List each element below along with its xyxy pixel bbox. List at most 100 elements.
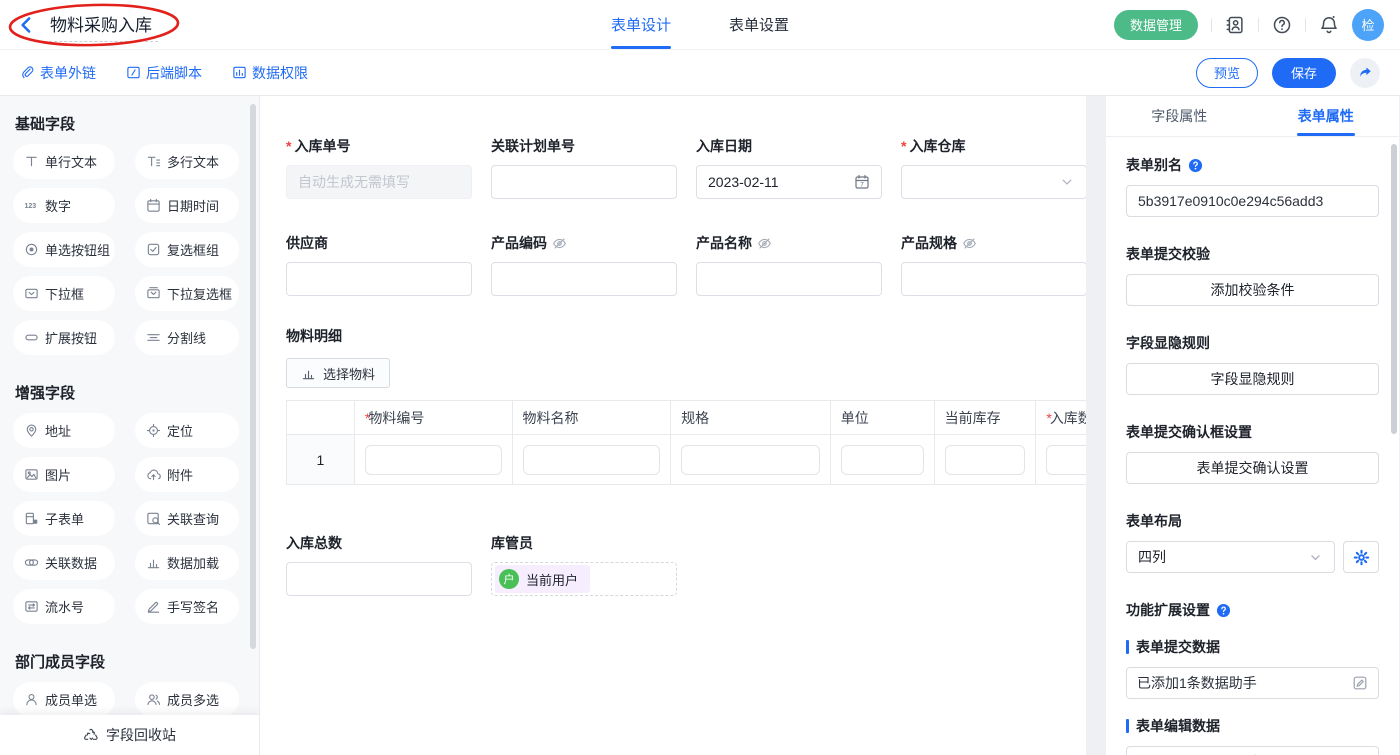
script-icon xyxy=(126,65,141,80)
sidebar-item-datetime[interactable]: 日期时间 xyxy=(135,188,239,223)
table-cell-input[interactable] xyxy=(365,445,502,475)
form-field[interactable]: 入库日期2023-02-117 xyxy=(696,136,882,199)
help-circle-icon[interactable] xyxy=(1216,603,1231,618)
sidebar-item-subform[interactable]: 子表单 xyxy=(13,501,115,536)
tab-field-properties[interactable]: 字段属性 xyxy=(1106,96,1253,136)
toolbar-link-2[interactable]: 数据权限 xyxy=(232,63,308,83)
sidebar-item-signature[interactable]: 手写签名 xyxy=(135,589,239,624)
sidebar-item-text-multi[interactable]: 多行文本 xyxy=(135,144,239,179)
form-alias-input[interactable]: 5b3917e0910c0e294c56add3 xyxy=(1126,185,1379,217)
help-circle-icon[interactable] xyxy=(1188,158,1203,173)
table-cell[interactable] xyxy=(935,435,1037,485)
sidebar-item-member-multi[interactable]: 成员多选 xyxy=(135,682,239,717)
form-field[interactable]: 入库总数 xyxy=(286,533,472,596)
text-input[interactable] xyxy=(491,165,677,199)
share-arrow-icon xyxy=(1358,65,1373,80)
field-visibility-label: 字段显隐规则 xyxy=(1126,333,1379,353)
data-manage-button[interactable]: 数据管理 xyxy=(1114,10,1198,40)
select-material-button[interactable]: 选择物料 xyxy=(286,358,390,388)
form-field[interactable]: 产品编码 xyxy=(491,233,677,296)
tab-form-design[interactable]: 表单设计 xyxy=(611,0,671,49)
text-input[interactable] xyxy=(901,262,1086,296)
table-cell-input[interactable] xyxy=(1046,445,1086,475)
form-field[interactable]: 关联计划单号 xyxy=(491,136,677,199)
field-visibility-button[interactable]: 字段显隐规则 xyxy=(1126,363,1379,395)
sidebar-item-radio[interactable]: 单选按钮组 xyxy=(13,232,115,267)
sidebar-item-text-single[interactable]: 单行文本 xyxy=(13,144,115,179)
form-field[interactable]: 库管员户当前用户 xyxy=(491,533,677,596)
sidebar-item-image[interactable]: 图片 xyxy=(13,457,115,492)
sidebar-item-location[interactable]: 定位 xyxy=(135,413,239,448)
sidebar-item-address[interactable]: 地址 xyxy=(13,413,115,448)
text-input[interactable] xyxy=(286,562,472,596)
sidebar-item-select[interactable]: 下拉框 xyxy=(13,276,115,311)
layout-settings-button[interactable] xyxy=(1343,541,1379,573)
select-input[interactable] xyxy=(901,165,1086,199)
sidebar-item-serial[interactable]: 流水号 xyxy=(13,589,115,624)
sidebar-field-grid: 地址定位图片附件子表单关联查询关联数据数据加载流水号手写签名 xyxy=(0,413,259,624)
sidebar-item-relation[interactable]: 关联数据 xyxy=(13,545,115,580)
table-cell-input[interactable] xyxy=(945,445,1026,475)
select-multi-icon xyxy=(146,286,161,301)
table-cell-input[interactable] xyxy=(523,445,661,475)
sidebar-scrollbar[interactable] xyxy=(250,104,256,649)
sidebar-item-lookup[interactable]: 关联查询 xyxy=(135,501,239,536)
add-validation-button[interactable]: 添加校验条件 xyxy=(1126,274,1379,306)
user-field[interactable]: 户当前用户 xyxy=(491,562,677,596)
subform-icon xyxy=(24,511,39,526)
table-cell[interactable] xyxy=(355,435,513,485)
save-button[interactable]: 保存 xyxy=(1272,58,1336,88)
share-button[interactable] xyxy=(1350,58,1380,88)
sidebar-item-attachment[interactable]: 附件 xyxy=(135,457,239,492)
table-header-cell: 规格 xyxy=(671,401,831,435)
form-field[interactable]: 产品规格 xyxy=(901,233,1086,296)
text-input[interactable] xyxy=(696,262,882,296)
sidebar-item-number[interactable]: 123数字 xyxy=(13,188,115,223)
tab-form-properties[interactable]: 表单属性 xyxy=(1253,96,1400,136)
form-field[interactable]: *入库仓库 xyxy=(901,136,1086,199)
date-input[interactable]: 2023-02-117 xyxy=(696,165,882,199)
toolbar-link-1[interactable]: 后端脚本 xyxy=(126,63,202,83)
toolbar-link-0[interactable]: 表单外链 xyxy=(20,63,96,83)
table-cell[interactable] xyxy=(1036,435,1086,485)
table-cell[interactable] xyxy=(513,435,672,485)
sidebar-section-title: 部门成员字段 xyxy=(15,651,259,672)
sidebar-item-divider[interactable]: 分割线 xyxy=(135,320,239,355)
recycle-icon xyxy=(83,727,99,743)
divider xyxy=(1258,18,1259,32)
sidebar-item-dataload[interactable]: 数据加载 xyxy=(135,545,239,580)
disabled-input: 自动生成无需填写 xyxy=(286,165,472,199)
sidebar-item-button[interactable]: 扩展按钮 xyxy=(13,320,115,355)
back-icon[interactable] xyxy=(16,15,36,35)
field-recycle-bin[interactable]: 字段回收站 xyxy=(0,715,259,755)
number-icon: 123 xyxy=(24,198,39,213)
current-user-tag[interactable]: 户当前用户 xyxy=(495,565,590,593)
radio-icon xyxy=(24,242,39,257)
data-assistant-box[interactable]: 已添加1条数据助手 xyxy=(1126,667,1379,699)
submit-confirm-button[interactable]: 表单提交确认设置 xyxy=(1126,452,1379,484)
panel-scrollbar[interactable] xyxy=(1391,144,1397,434)
table-cell-input[interactable] xyxy=(841,445,924,475)
table-cell-input[interactable] xyxy=(681,445,820,475)
add-operation-button[interactable]: 添加操作 xyxy=(1126,746,1379,755)
help-icon[interactable] xyxy=(1272,15,1292,35)
tab-form-settings[interactable]: 表单设置 xyxy=(729,0,789,49)
contacts-icon[interactable] xyxy=(1225,15,1245,35)
preview-button[interactable]: 预览 xyxy=(1196,58,1258,88)
text-input[interactable] xyxy=(286,262,472,296)
location-icon xyxy=(146,423,161,438)
layout-select[interactable]: 四列 xyxy=(1126,541,1335,573)
form-title[interactable]: 物料采购入库 xyxy=(44,8,158,42)
table-cell[interactable] xyxy=(671,435,831,485)
sidebar-item-member-single[interactable]: 成员单选 xyxy=(13,682,115,717)
form-field[interactable]: *入库单号自动生成无需填写 xyxy=(286,136,472,199)
form-field[interactable]: 产品名称 xyxy=(696,233,882,296)
table-cell[interactable] xyxy=(831,435,935,485)
user-avatar[interactable]: 检 xyxy=(1352,9,1384,41)
notification-bell-icon[interactable] xyxy=(1319,15,1339,35)
dataload-icon xyxy=(146,555,161,570)
form-field[interactable]: 供应商 xyxy=(286,233,472,296)
sidebar-item-select-multi[interactable]: 下拉复选框 xyxy=(135,276,239,311)
sidebar-item-checkbox[interactable]: 复选框组 xyxy=(135,232,239,267)
text-input[interactable] xyxy=(491,262,677,296)
